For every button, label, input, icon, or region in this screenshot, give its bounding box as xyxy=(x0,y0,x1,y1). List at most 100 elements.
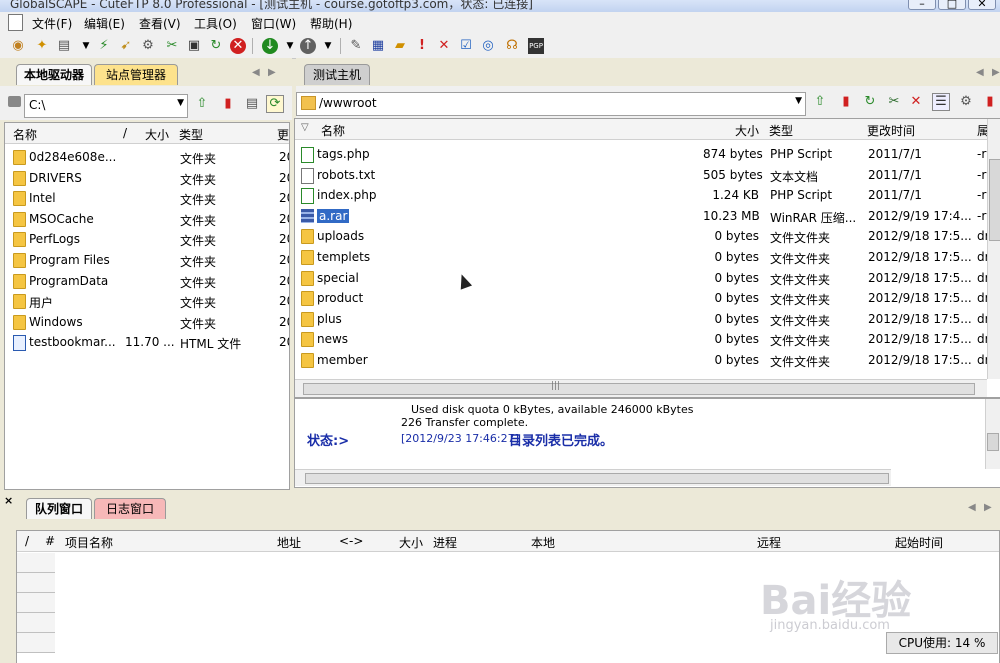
menu-window[interactable]: 窗口(W) xyxy=(251,15,296,32)
properties-icon[interactable]: ☑ xyxy=(458,38,474,54)
eye-icon[interactable]: ◉ xyxy=(10,38,26,54)
refresh-icon[interactable]: ↻ xyxy=(208,38,224,54)
tab-log-window[interactable]: 日志窗口 xyxy=(94,498,166,519)
menu-edit[interactable]: 编辑(E) xyxy=(84,15,125,32)
tab-test-host[interactable]: 测试主机 xyxy=(304,64,370,85)
column-address[interactable]: 地址 xyxy=(277,534,301,551)
wizard-icon[interactable]: ✦ xyxy=(34,38,50,54)
folder-up-icon[interactable]: ⇧ xyxy=(194,96,210,112)
maximize-button[interactable]: □ xyxy=(938,0,966,10)
column-name[interactable]: 名称 xyxy=(321,122,345,139)
remote-file-row[interactable]: news 0 bytes 文件文件夹 2012/9/18 17:5... dr xyxy=(295,329,990,349)
upload-icon[interactable]: ↑ xyxy=(300,38,316,54)
remote-file-row[interactable]: member 0 bytes 文件文件夹 2012/9/18 17:5... dr xyxy=(295,350,990,370)
dropdown-arrow-icon[interactable]: ▼ xyxy=(282,38,298,54)
dropdown-arrow-icon[interactable]: ▼ xyxy=(78,38,94,54)
minimize-button[interactable]: – xyxy=(908,0,936,10)
remote-file-row[interactable]: robots.txt505 bytes文本文档2011/7/1-rw xyxy=(295,165,996,185)
remote-horizontal-scrollbar[interactable]: ||| xyxy=(295,379,987,397)
column-start-time[interactable]: 起始时间 xyxy=(895,534,943,551)
local-file-row[interactable]: Intel 文件夹 20 xyxy=(5,188,289,208)
alert-icon[interactable]: ! xyxy=(414,38,430,54)
folder-up-icon[interactable]: ⇧ xyxy=(812,94,828,110)
support-icon[interactable]: ☊ xyxy=(504,38,520,54)
tab-scroll-right-icon[interactable]: ▶ xyxy=(992,67,1000,78)
download-icon[interactable]: ↓ xyxy=(262,38,278,54)
local-file-row[interactable]: testbookmar... 11.70 ... HTML 文件 20 xyxy=(5,332,289,352)
column-type[interactable]: 类型 xyxy=(769,122,793,139)
tab-local-drives[interactable]: 本地驱动器 xyxy=(16,64,92,85)
remote-file-row[interactable]: plus 0 bytes 文件文件夹 2012/9/18 17:5... dr xyxy=(295,309,990,329)
tab-scroll-left-icon[interactable]: ◀ xyxy=(976,67,984,78)
document-icon[interactable] xyxy=(8,14,23,31)
column-name[interactable]: 名称 xyxy=(13,126,37,143)
remote-file-row[interactable]: uploads 0 bytes 文件文件夹 2012/9/18 17:5... dr xyxy=(295,226,990,246)
view-list-icon[interactable]: ☰ xyxy=(932,93,950,111)
chevron-down-icon[interactable]: ▼ xyxy=(795,96,802,106)
disconnect-icon[interactable]: ✂ xyxy=(164,38,180,54)
left-path-combo[interactable]: C:\ ▼ xyxy=(24,94,188,118)
remote-file-row[interactable]: product 0 bytes 文件文件夹 2012/9/18 17:5... dr xyxy=(295,288,990,308)
log-vertical-scrollbar[interactable] xyxy=(985,399,1000,469)
new-site-icon[interactable]: ▤ xyxy=(56,38,72,54)
remote-path-combo[interactable]: /wwwroot ▼ xyxy=(296,92,806,116)
remote-file-list[interactable]: ▽ 名称 大小 类型 更改时间 属 tags.php 874 bytes PHP S… xyxy=(294,118,1000,398)
tab-scroll-left-icon[interactable]: ◀ xyxy=(968,502,976,513)
remote-file-row[interactable]: templets 0 bytes 文件文件夹 2012/9/18 17:5... dr xyxy=(295,247,990,267)
view-icon[interactable]: ▦ xyxy=(370,38,386,54)
connect-icon[interactable]: ⚡ xyxy=(96,38,112,54)
print-icon[interactable]: ▣ xyxy=(186,38,202,54)
menu-view[interactable]: 查看(V) xyxy=(139,15,181,32)
local-refresh-icon[interactable]: ▤ xyxy=(244,96,260,112)
log-horizontal-scrollbar[interactable] xyxy=(295,469,891,486)
remote-file-row[interactable]: a.rar 10.23 MB WinRAR 压缩... 2012/9/19 17:4.… xyxy=(295,206,996,226)
local-file-row[interactable]: 0d284e608e... 文件夹 20 xyxy=(5,147,289,167)
delete-icon[interactable]: ✕ xyxy=(908,94,924,110)
column-number[interactable]: # xyxy=(45,534,55,548)
column-size[interactable]: 大小 xyxy=(145,126,169,143)
column-modified[interactable]: 更改时间 xyxy=(867,122,915,139)
menu-help[interactable]: 帮助(H) xyxy=(310,15,352,32)
remote-refresh-icon[interactable]: ↻ xyxy=(862,94,878,110)
quick-connect-icon[interactable]: ➹ xyxy=(118,38,134,54)
new-folder-icon[interactable]: ▰ xyxy=(392,38,408,54)
remote-file-row[interactable]: index.php1.24 KBPHP Script2011/7/1-rw xyxy=(295,185,996,205)
bookmark-icon[interactable]: ▮ xyxy=(838,94,854,110)
local-file-row[interactable]: MSOCache 文件夹 20 xyxy=(5,209,289,229)
column-type[interactable]: 类型 xyxy=(179,126,203,143)
tab-scroll-left-icon[interactable]: ◀ xyxy=(252,67,260,78)
bookmark-icon[interactable]: ▮ xyxy=(982,94,998,110)
remote-file-row[interactable]: tags.php874 bytesPHP Script2011/7/1-rw xyxy=(295,144,996,164)
local-file-row[interactable]: PerfLogs 文件夹 20 xyxy=(5,229,289,249)
bookmark-icon[interactable]: ▮ xyxy=(220,96,236,112)
settings-icon[interactable]: ⚙ xyxy=(958,94,974,110)
filter-icon[interactable]: ✂ xyxy=(886,94,902,110)
tab-queue-window[interactable]: 队列窗口 xyxy=(26,498,92,519)
column-progress[interactable]: 进程 xyxy=(433,534,457,551)
close-icon[interactable]: × xyxy=(4,494,13,507)
column-modified[interactable]: 更 xyxy=(277,126,289,143)
close-button[interactable]: ✕ xyxy=(968,0,996,10)
tab-site-manager[interactable]: 站点管理器 xyxy=(94,64,178,85)
sync-icon[interactable]: ⟳ xyxy=(266,95,284,113)
local-file-row[interactable]: DRIVERS 文件夹 20 xyxy=(5,168,289,188)
info-icon[interactable]: ◎ xyxy=(480,38,496,54)
column-sort[interactable]: / xyxy=(25,534,29,548)
column-size[interactable]: 大小 xyxy=(399,534,423,551)
menu-tools[interactable]: 工具(O) xyxy=(194,15,237,32)
chevron-down-icon[interactable]: ▼ xyxy=(177,98,184,108)
local-file-row[interactable]: 用户 文件夹 20 xyxy=(5,291,289,311)
local-file-row[interactable]: ProgramData 文件夹 20 xyxy=(5,271,289,291)
column-sort[interactable]: / xyxy=(123,126,127,140)
tab-scroll-right-icon[interactable]: ▶ xyxy=(268,67,276,78)
column-direction[interactable]: <-> xyxy=(339,534,363,548)
reconnect-icon[interactable]: ⚙ xyxy=(140,38,156,54)
local-file-row[interactable]: Program Files 文件夹 20 xyxy=(5,250,289,270)
remote-vertical-scrollbar[interactable] xyxy=(987,119,1000,379)
stop-icon[interactable]: ✕ xyxy=(230,38,246,54)
column-size[interactable]: 大小 xyxy=(735,122,759,139)
local-file-row[interactable]: Windows 文件夹 20 xyxy=(5,312,289,332)
dropdown-arrow-icon[interactable]: ▼ xyxy=(320,38,336,54)
delete-icon[interactable]: ✕ xyxy=(436,38,452,54)
edit-icon[interactable]: ✎ xyxy=(348,38,364,54)
